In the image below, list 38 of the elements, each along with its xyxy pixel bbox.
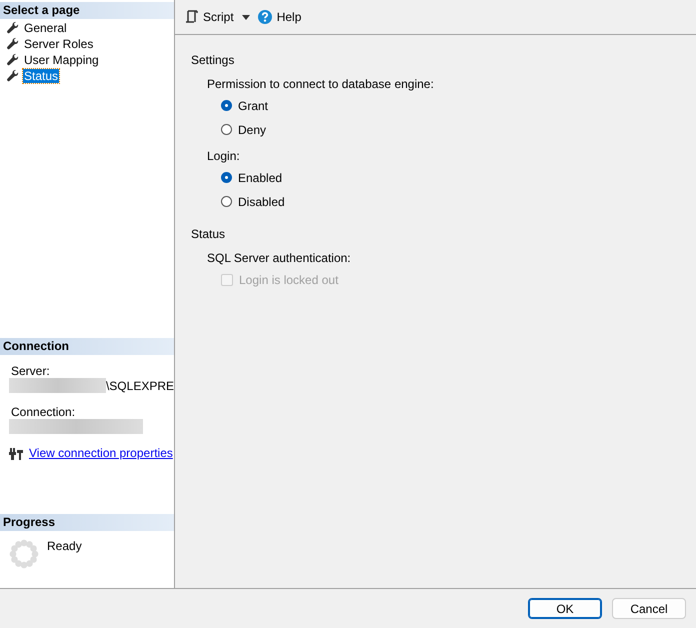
sidebar-item[interactable]: Server Roles: [23, 37, 94, 51]
connection-label: Connection:: [10, 405, 76, 419]
progress-spinner-icon: [9, 539, 39, 569]
section-title: Settings: [191, 52, 236, 69]
dialog-button[interactable]: OK: [528, 598, 602, 619]
sidebar-item[interactable]: User Mapping: [23, 53, 100, 67]
help-icon: [258, 10, 272, 24]
script-icon: [185, 10, 198, 24]
radio-option[interactable]: Enabled: [221, 171, 696, 195]
view-connection-link[interactable]: View connection properties: [29, 446, 173, 460]
wrench-icon: [7, 38, 19, 50]
radio-button[interactable]: [221, 172, 232, 183]
group-label: Permission to connect to database engine:: [207, 76, 435, 93]
server-label: Server:: [10, 364, 51, 378]
panel-header: Select a page: [0, 2, 174, 19]
radio-button[interactable]: [221, 124, 232, 135]
wrench-icon: [7, 22, 19, 34]
server-value: \SQLEXPRE: [106, 378, 174, 392]
radio-option[interactable]: Disabled: [221, 195, 696, 219]
radio-option[interactable]: Grant: [221, 99, 696, 123]
dialog-button[interactable]: Cancel: [612, 598, 686, 619]
radio-button[interactable]: [221, 196, 232, 207]
panel-header: Progress: [0, 514, 174, 531]
wrench-icon: [7, 54, 19, 66]
group-label: Login:: [207, 148, 241, 165]
sidebar-item[interactable]: General: [23, 21, 68, 35]
script-button[interactable]: Script: [183, 10, 236, 24]
group-label: SQL Server authentication:: [207, 250, 352, 267]
panel-header: Connection: [0, 338, 174, 355]
wrench-icon: [7, 70, 19, 82]
radio-option[interactable]: Deny: [221, 123, 696, 147]
caret-icon[interactable]: [242, 14, 250, 20]
sidebar-item[interactable]: Status: [23, 69, 60, 83]
radio-button[interactable]: [221, 100, 232, 111]
section-title: Status: [191, 226, 226, 243]
progress-status: Ready: [47, 539, 82, 555]
plug-icon: [9, 446, 23, 460]
help-button[interactable]: Help: [256, 10, 304, 24]
